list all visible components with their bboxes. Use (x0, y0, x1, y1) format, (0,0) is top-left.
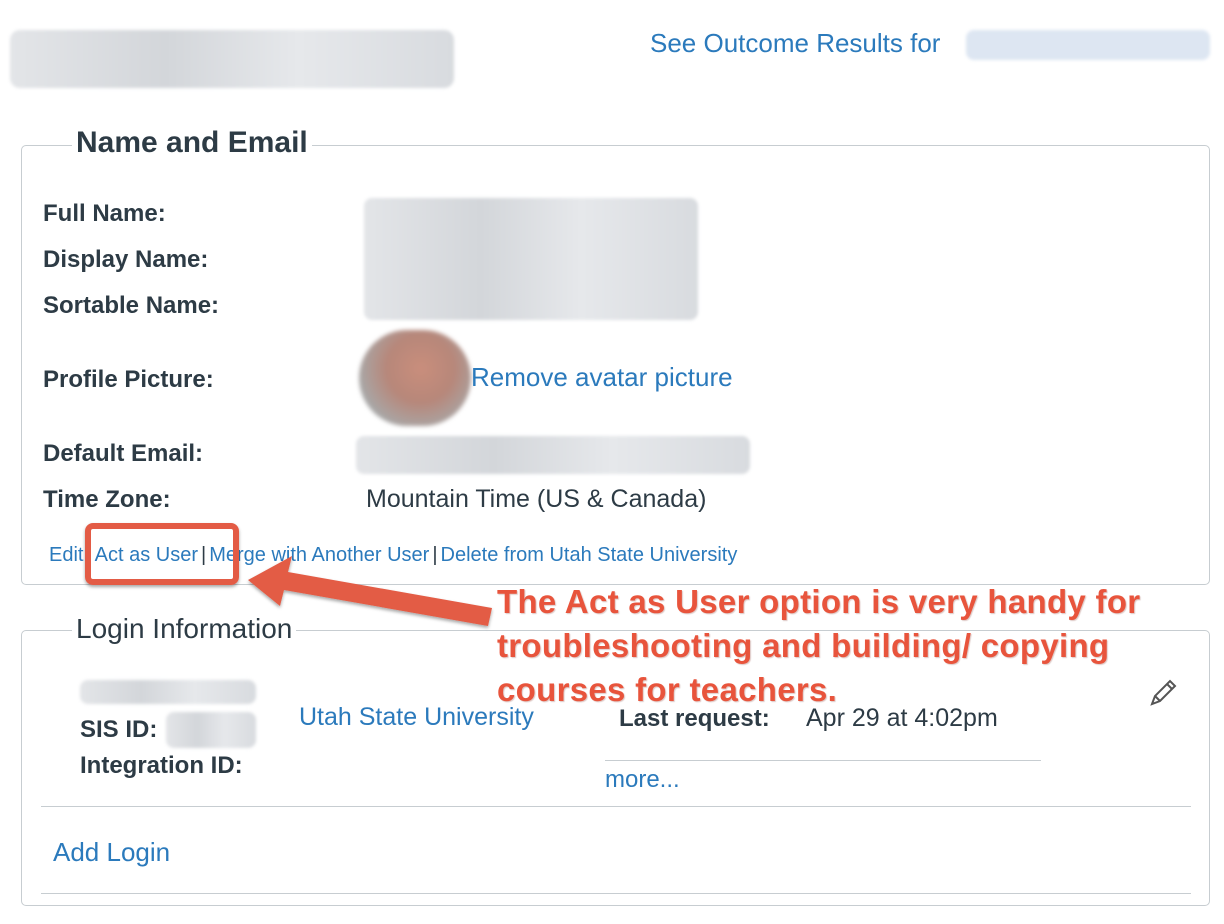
edit-link[interactable]: Edit (49, 544, 83, 566)
sortable-name-label: Sortable Name: (43, 292, 220, 319)
annotation-arrow (248, 556, 492, 626)
outcome-user-redacted (966, 30, 1210, 60)
default-email-label: Default Email: (43, 440, 204, 467)
profile-picture-label: Profile Picture: (43, 366, 214, 393)
remove-avatar-link[interactable]: Remove avatar picture (471, 362, 733, 393)
name-email-legend: Name and Email (72, 126, 312, 160)
more-link[interactable]: more... (605, 766, 680, 794)
add-login-link[interactable]: Add Login (53, 837, 170, 868)
page-title-redacted (10, 30, 454, 88)
login-bottom-divider (41, 893, 1191, 894)
act-as-user-highlight (85, 523, 239, 585)
sis-id-redacted (166, 712, 256, 748)
time-zone-value: Mountain Time (US & Canada) (366, 485, 707, 513)
login-section-divider (41, 806, 1191, 807)
display-name-label: Display Name: (43, 246, 209, 273)
last-request-divider (605, 760, 1041, 761)
login-id-redacted (80, 680, 256, 704)
names-redacted (364, 198, 698, 320)
time-zone-label: Time Zone: (43, 486, 171, 513)
avatar (359, 330, 471, 426)
full-name-label: Full Name: (43, 200, 166, 227)
see-outcome-results-link[interactable]: See Outcome Results for (650, 28, 940, 59)
email-redacted (356, 436, 750, 474)
integration-id-label: Integration ID: (80, 752, 243, 779)
sis-id-label: SIS ID: (80, 716, 158, 743)
annotation-callout: The Act as User option is very handy for… (497, 583, 1141, 708)
